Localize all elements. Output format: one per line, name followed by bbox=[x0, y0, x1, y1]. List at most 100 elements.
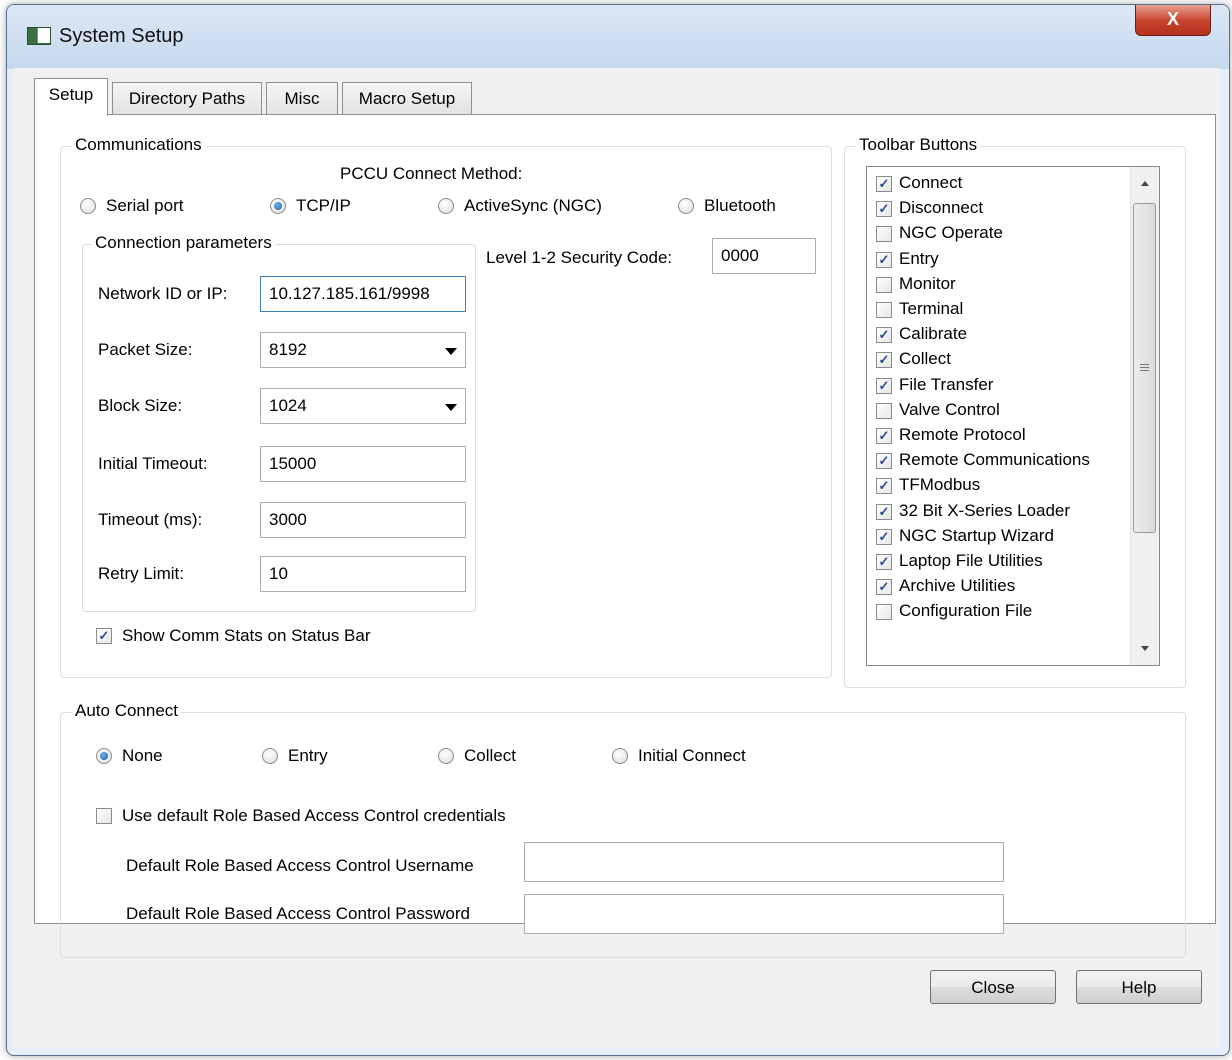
toolbar-button-item[interactable]: ✓ File Transfer bbox=[867, 373, 1137, 398]
close-button[interactable]: Close bbox=[930, 970, 1056, 1004]
vertical-scrollbar[interactable] bbox=[1130, 167, 1159, 665]
toolbar-button-checkbox[interactable]: ✓ bbox=[876, 579, 892, 596]
rbac-password-input[interactable] bbox=[524, 894, 1004, 934]
toolbar-button-checkbox[interactable]: ✓ bbox=[876, 377, 892, 394]
radio-auto-entry[interactable] bbox=[262, 748, 278, 764]
packet-size-select[interactable]: 8192 bbox=[260, 332, 466, 368]
grip-line bbox=[1140, 370, 1149, 371]
retry-limit-input[interactable]: 10 bbox=[260, 556, 466, 592]
block-size-select[interactable]: 1024 bbox=[260, 388, 466, 424]
timeout-label: Timeout (ms): bbox=[98, 510, 203, 529]
rbac-credentials-checkbox[interactable] bbox=[96, 808, 112, 824]
toolbar-button-item[interactable]: ✓ Calibrate bbox=[867, 322, 1137, 347]
toolbar-button-item[interactable]: ✓ Archive Utilities bbox=[867, 574, 1137, 599]
toolbar-button-item[interactable]: Configuration File bbox=[867, 599, 1137, 624]
chevron-down-icon bbox=[445, 404, 457, 411]
toolbar-buttons-list[interactable]: ✓ Connect ✓ Disconnect NGC Operate ✓ Entry Moni… bbox=[866, 166, 1160, 666]
toolbar-button-checkbox[interactable]: ✓ bbox=[876, 478, 892, 495]
radio-serial-port[interactable] bbox=[80, 198, 96, 214]
toolbar-button-item[interactable]: ✓ Remote Communications bbox=[867, 448, 1137, 473]
window-close-button[interactable]: X bbox=[1135, 5, 1211, 36]
app-icon bbox=[27, 27, 51, 45]
scroll-down-icon[interactable] bbox=[1141, 646, 1149, 651]
radio-bluetooth-label: Bluetooth bbox=[704, 196, 776, 215]
toolbar-button-label: Monitor bbox=[899, 273, 956, 293]
toolbar-button-checkbox[interactable] bbox=[876, 402, 892, 419]
show-comm-stats-checkbox[interactable]: ✓ bbox=[96, 628, 112, 644]
radio-auto-collect[interactable] bbox=[438, 748, 454, 764]
radio-bluetooth[interactable] bbox=[678, 198, 694, 214]
toolbar-button-item[interactable]: ✓ 32 Bit X-Series Loader bbox=[867, 499, 1137, 524]
toolbar-button-item[interactable]: ✓ Collect bbox=[867, 347, 1137, 372]
toolbar-button-label: Remote Protocol bbox=[899, 425, 1026, 444]
rbac-username-label: Default Role Based Access Control Userna… bbox=[126, 856, 474, 875]
auto-connect-legend: Auto Connect bbox=[72, 701, 182, 721]
toolbar-button-label: Laptop File Utilities bbox=[899, 551, 1043, 570]
title-bar: System Setup X bbox=[7, 5, 1229, 69]
toolbar-button-label: Terminal bbox=[899, 299, 964, 318]
toolbar-button-checkbox[interactable]: ✓ bbox=[876, 327, 892, 344]
packet-size-value: 8192 bbox=[269, 340, 307, 359]
tab-macro-setup[interactable]: Macro Setup bbox=[342, 82, 472, 115]
toolbar-button-label: Entry bbox=[899, 248, 939, 268]
radio-tcp-ip[interactable] bbox=[270, 198, 286, 214]
toolbar-button-item[interactable]: ✓ Disconnect bbox=[867, 196, 1137, 221]
toolbar-button-label: Archive Utilities bbox=[899, 576, 1016, 596]
toolbar-button-checkbox[interactable]: ✓ bbox=[876, 352, 892, 369]
radio-activesync[interactable] bbox=[438, 198, 454, 214]
security-code-input[interactable]: 0000 bbox=[712, 238, 816, 274]
toolbar-button-checkbox[interactable] bbox=[876, 302, 892, 318]
rbac-password-label: Default Role Based Access Control Passwo… bbox=[126, 904, 470, 923]
toolbar-button-label: Connect bbox=[899, 173, 963, 192]
radio-auto-initial-connect[interactable] bbox=[612, 748, 628, 764]
toolbar-button-label: Valve Control bbox=[899, 399, 1000, 419]
toolbar-button-checkbox[interactable] bbox=[876, 604, 892, 621]
network-id-label: Network ID or IP: bbox=[98, 284, 228, 303]
toolbar-button-item[interactable]: NGC Operate bbox=[867, 221, 1137, 246]
packet-size-label: Packet Size: bbox=[98, 340, 193, 359]
toolbar-button-item[interactable]: ✓ TFModbus bbox=[867, 473, 1137, 498]
toolbar-button-checkbox[interactable]: ✓ bbox=[876, 176, 892, 192]
radio-auto-initial-connect-label: Initial Connect bbox=[638, 746, 746, 765]
toolbar-button-item[interactable]: Monitor bbox=[867, 272, 1137, 297]
toolbar-button-label: NGC Startup Wizard bbox=[899, 525, 1054, 545]
toolbar-button-item[interactable]: ✓ Laptop File Utilities bbox=[867, 549, 1137, 574]
toolbar-button-checkbox[interactable]: ✓ bbox=[876, 201, 892, 218]
initial-timeout-input[interactable]: 15000 bbox=[260, 446, 466, 482]
toolbar-button-checkbox[interactable]: ✓ bbox=[876, 428, 892, 444]
toolbar-button-label: Configuration File bbox=[899, 601, 1033, 621]
toolbar-button-label: Remote Communications bbox=[899, 450, 1090, 470]
tab-directory-paths[interactable]: Directory Paths bbox=[112, 82, 262, 115]
toolbar-button-checkbox[interactable]: ✓ bbox=[876, 554, 892, 570]
toolbar-button-item[interactable]: Terminal bbox=[867, 297, 1137, 322]
radio-auto-none[interactable] bbox=[96, 748, 112, 764]
security-code-label: Level 1-2 Security Code: bbox=[486, 248, 673, 267]
toolbar-button-item[interactable]: ✓ Entry bbox=[867, 247, 1137, 272]
toolbar-button-item[interactable]: ✓ Connect bbox=[867, 171, 1137, 196]
toolbar-button-item[interactable]: Valve Control bbox=[867, 398, 1137, 423]
toolbar-button-checkbox[interactable]: ✓ bbox=[876, 453, 892, 470]
communications-legend: Communications bbox=[72, 135, 205, 155]
toolbar-button-label: TFModbus bbox=[899, 475, 981, 495]
scroll-up-icon[interactable] bbox=[1141, 181, 1149, 186]
toolbar-button-checkbox[interactable]: ✓ bbox=[876, 251, 892, 268]
network-id-input[interactable]: 10.127.185.161/9998 bbox=[260, 276, 466, 312]
toolbar-button-checkbox[interactable] bbox=[876, 226, 892, 243]
scroll-thumb[interactable] bbox=[1133, 203, 1156, 533]
toolbar-button-label: 32 Bit X-Series Loader bbox=[899, 500, 1071, 520]
help-button[interactable]: Help bbox=[1076, 970, 1202, 1004]
toolbar-button-checkbox[interactable]: ✓ bbox=[876, 528, 892, 545]
timeout-input[interactable]: 3000 bbox=[260, 502, 466, 538]
connection-parameters-legend: Connection parameters bbox=[92, 233, 275, 253]
tab-misc[interactable]: Misc bbox=[266, 82, 338, 115]
toolbar-button-item[interactable]: ✓ NGC Startup Wizard bbox=[867, 524, 1137, 549]
rbac-username-input[interactable] bbox=[524, 842, 1004, 882]
connect-method-label: PCCU Connect Method: bbox=[340, 164, 523, 183]
toolbar-button-checkbox[interactable]: ✓ bbox=[876, 503, 892, 520]
toolbar-button-checkbox[interactable] bbox=[876, 276, 892, 293]
radio-activesync-label: ActiveSync (NGC) bbox=[464, 196, 602, 215]
toolbar-button-label: NGC Operate bbox=[899, 223, 1003, 243]
tab-setup[interactable]: Setup bbox=[34, 78, 108, 116]
toolbar-buttons-legend: Toolbar Buttons bbox=[856, 135, 981, 155]
toolbar-button-item[interactable]: ✓ Remote Protocol bbox=[867, 423, 1137, 448]
